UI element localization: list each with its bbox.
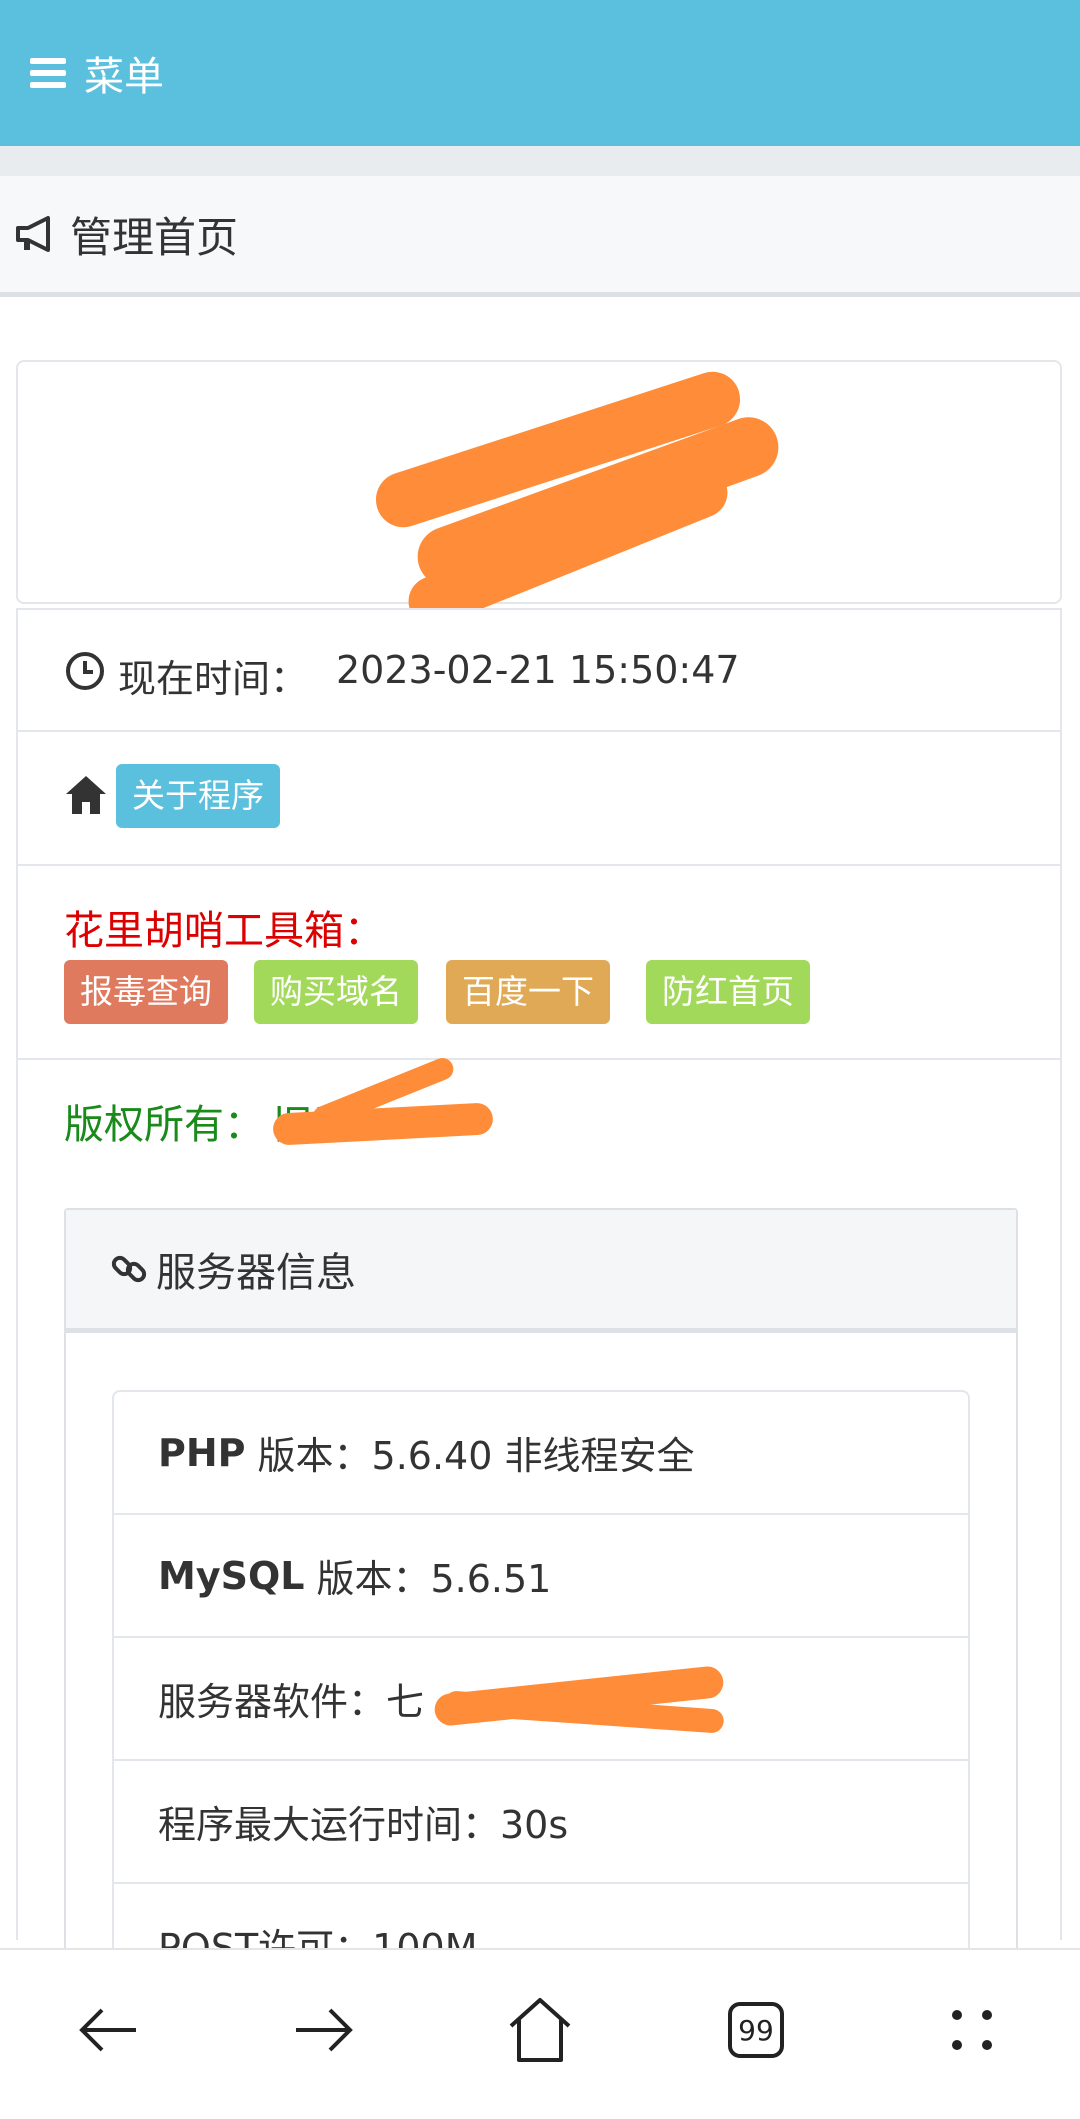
forward-arrow-icon (296, 2008, 353, 2052)
server-software-item: 服务器软件：七 (114, 1638, 968, 1761)
megaphone-icon (16, 216, 50, 252)
home-outline-icon (509, 1998, 571, 2062)
forward-button[interactable] (274, 1980, 374, 2080)
browser-bottom-bar: 99 (0, 1948, 1080, 2119)
baidu-search-button[interactable]: 百度一下 (446, 960, 610, 1024)
anti-block-home-button[interactable]: 防红首页 (646, 960, 810, 1024)
max-runtime-item: 程序最大运行时间：30s (114, 1761, 968, 1884)
clock-icon (66, 652, 104, 690)
current-time-value: 2023-02-21 15:50:47 (336, 648, 740, 692)
server-info-list: PHP 版本：5.6.40 非线程安全 MySQL 版本：5.6.51 服务器软… (112, 1390, 970, 2009)
page-title: 管理首页 (70, 212, 239, 262)
more-dots-icon (952, 2010, 992, 2050)
copyright-label: 版权所有： (64, 1102, 264, 1148)
home-row: 关于程序 (16, 732, 1062, 866)
virus-check-button[interactable]: 报毒查询 (64, 960, 228, 1024)
hamburger-menu-icon[interactable] (30, 58, 66, 88)
main-content: 现在时间： 2023-02-21 15:50:47 关于程序 花里胡哨工具箱： … (16, 360, 1062, 2012)
link-icon (111, 1255, 147, 1283)
toolbox-row: 花里胡哨工具箱： 报毒查询 购买域名 百度一下 防红首页 (16, 866, 1062, 1060)
page-header: 管理首页 (0, 176, 1080, 297)
home-icon (66, 776, 106, 814)
home-button[interactable] (490, 1980, 590, 2080)
menu-label[interactable]: 菜单 (84, 44, 164, 102)
server-info-panel: 服务器信息 PHP 版本：5.6.40 非线程安全 MySQL 版本：5.6.5… (64, 1208, 1018, 2012)
buy-domain-button[interactable]: 购买域名 (254, 960, 418, 1024)
back-button[interactable] (58, 1980, 158, 2080)
server-info-header: 服务器信息 (66, 1210, 1016, 1333)
top-bar: 菜单 (0, 0, 1080, 146)
about-program-button[interactable]: 关于程序 (116, 764, 280, 828)
header-gap (0, 146, 1080, 176)
tabs-button[interactable]: 99 (706, 1980, 806, 2080)
logo-box (16, 360, 1062, 634)
php-version-item: PHP 版本：5.6.40 非线程安全 (114, 1392, 968, 1515)
current-time-label: 现在时间： (118, 657, 309, 701)
mysql-version-item: MySQL 版本：5.6.51 (114, 1515, 968, 1638)
copyright-row: 版权所有： 旧爱 服务器信息 PHP 版本：5.6.40 非线程安全 MySQL… (16, 1054, 1062, 2012)
more-menu-button[interactable] (922, 1980, 1022, 2080)
server-info-title: 服务器信息 (156, 1250, 356, 1296)
current-time-row: 现在时间： 2023-02-21 15:50:47 (16, 608, 1062, 732)
back-arrow-icon (79, 2008, 136, 2052)
tabs-count-badge: 99 (728, 2002, 784, 2058)
toolbox-title: 花里胡哨工具箱： (64, 908, 384, 954)
